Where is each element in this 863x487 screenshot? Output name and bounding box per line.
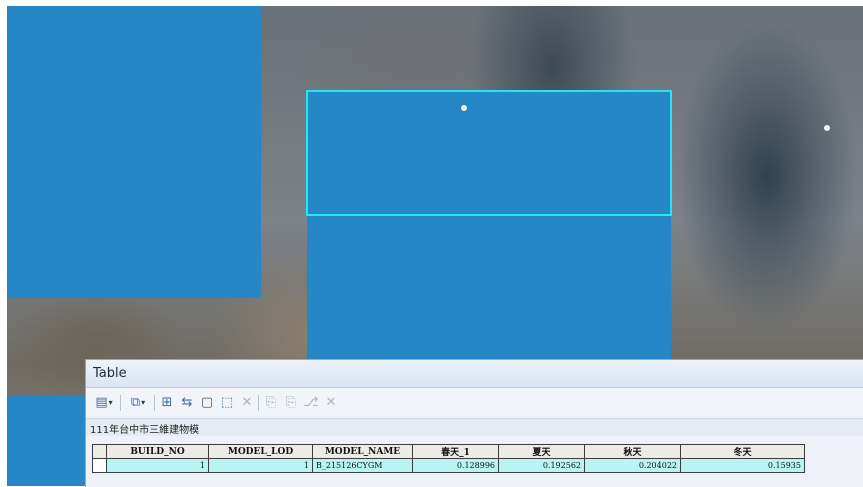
- copy-selected-icon: ⎘: [265, 394, 277, 410]
- select-by-attributes-button[interactable]: ⊞: [158, 392, 176, 412]
- column-header-build-no[interactable]: BUILD_NO: [106, 444, 209, 459]
- table-window-title: Table: [93, 366, 127, 381]
- row-selector[interactable]: [92, 458, 107, 473]
- chevron-down-icon: ▾: [141, 397, 146, 407]
- delete-field-icon: ✕: [325, 394, 337, 410]
- attribute-table: BUILD_NO MODEL_LOD MODEL_NAME 春天_1 夏天 秋天…: [92, 444, 805, 473]
- toolbar-separator: [154, 395, 155, 411]
- zoom-to-selected-icon: ⬚: [220, 394, 234, 410]
- cell-spring[interactable]: 0.128996: [412, 458, 499, 473]
- cell-build-no[interactable]: 1: [106, 458, 209, 473]
- table-row[interactable]: 1 1 B_215126CYGM 0.128996 0.192562 0.204…: [92, 458, 805, 473]
- clear-selection-icon: ▢: [200, 394, 214, 410]
- clear-selection-button[interactable]: ▢: [198, 392, 216, 412]
- row-selector-header[interactable]: [92, 444, 107, 459]
- select-by-attributes-icon: ⊞: [161, 394, 173, 410]
- related-tables-icon: ⧉: [130, 394, 141, 410]
- cell-model-lod[interactable]: 1: [208, 458, 313, 473]
- cell-model-name[interactable]: B_215126CYGM: [312, 458, 413, 473]
- toolbar-separator: [258, 395, 259, 411]
- paste-button[interactable]: ⎘: [282, 392, 300, 412]
- attach-button[interactable]: ⎇: [302, 392, 320, 412]
- column-header-model-name[interactable]: MODEL_NAME: [312, 444, 413, 459]
- point-marker[interactable]: [824, 125, 830, 131]
- point-marker[interactable]: [461, 105, 467, 111]
- switch-selection-icon: ⇆: [181, 394, 193, 410]
- column-header-winter[interactable]: 冬天: [680, 444, 805, 459]
- table-toolbar: ▤ ▾ ⧉ ▾ ⊞ ⇆ ▢ ⬚ ✕ ⎘ ⎘ ⎇ ✕: [86, 388, 863, 416]
- attribute-table-window: Table ▤ ▾ ⧉ ▾ ⊞ ⇆ ▢ ⬚ ✕ ⎘ ⎘ ⎇ ✕ 111年台中市三…: [85, 359, 863, 487]
- related-tables-button[interactable]: ⧉ ▾: [124, 392, 152, 412]
- toolbar-separator: [120, 395, 121, 411]
- building-footprint-lower-left[interactable]: [7, 396, 87, 486]
- zoom-to-selected-button[interactable]: ⬚: [218, 392, 236, 412]
- building-footprint-left[interactable]: [7, 6, 261, 298]
- layer-tab-label: 111年台中市三維建物模: [90, 425, 200, 436]
- cell-autumn[interactable]: 0.204022: [584, 458, 681, 473]
- switch-selection-button[interactable]: ⇆: [178, 392, 196, 412]
- column-header-summer[interactable]: 夏天: [498, 444, 585, 459]
- column-header-model-lod[interactable]: MODEL_LOD: [208, 444, 313, 459]
- delete-field-button[interactable]: ✕: [322, 392, 340, 412]
- table-titlebar[interactable]: Table: [86, 360, 863, 388]
- copy-selected-button[interactable]: ⎘: [262, 392, 280, 412]
- column-header-spring[interactable]: 春天_1: [412, 444, 499, 459]
- delete-selected-button[interactable]: ✕: [238, 392, 256, 412]
- layer-tab[interactable]: 111年台中市三維建物模: [86, 418, 863, 436]
- table-header-row: BUILD_NO MODEL_LOD MODEL_NAME 春天_1 夏天 秋天…: [92, 444, 805, 459]
- table-options-button[interactable]: ▤ ▾: [90, 392, 118, 412]
- selected-building-outline[interactable]: [306, 90, 672, 216]
- cell-summer[interactable]: 0.192562: [498, 458, 585, 473]
- attach-icon: ⎇: [303, 394, 319, 410]
- delete-selected-icon: ✕: [241, 394, 253, 410]
- table-options-icon: ▤: [95, 394, 108, 410]
- paste-icon: ⎘: [285, 394, 297, 410]
- column-header-autumn[interactable]: 秋天: [584, 444, 681, 459]
- cell-winter[interactable]: 0.15935: [680, 458, 805, 473]
- chevron-down-icon: ▾: [108, 397, 113, 407]
